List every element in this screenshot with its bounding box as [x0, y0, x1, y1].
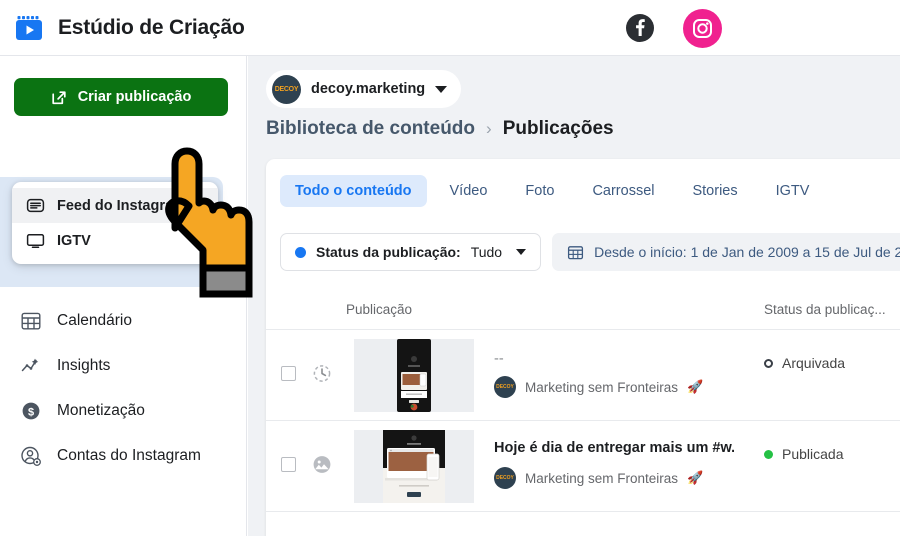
status-filter-label: Status da publicação: — [316, 244, 461, 260]
photo-icon — [311, 453, 333, 475]
post-account-name: Marketing sem Fronteiras — [525, 379, 679, 395]
sidebar-item-insights[interactable]: Insights — [0, 343, 247, 388]
post-account-name: Marketing sem Fronteiras — [525, 470, 679, 486]
sidebar-item-label: Monetização — [57, 401, 145, 419]
post-caption: Hoje é dia de entregar mais um #w... — [494, 440, 734, 456]
compose-icon — [51, 89, 68, 106]
tab-stories[interactable]: Stories — [677, 175, 752, 207]
avatar-label: DECOY — [496, 475, 514, 481]
tab-todo-o-conteudo[interactable]: Todo o conteúdo — [280, 175, 427, 207]
platform-switcher — [625, 0, 722, 56]
svg-text:$: $ — [28, 406, 34, 418]
facebook-icon[interactable] — [625, 13, 655, 43]
post-caption: -- — [494, 351, 504, 367]
date-range-filter[interactable]: Desde o início: 1 de Jan de 2009 a 15 de… — [552, 233, 900, 271]
insights-icon — [20, 355, 42, 377]
creator-studio-app: Estúdio de Criação Criar publicação Feed… — [0, 0, 900, 536]
tab-video[interactable]: Vídeo — [435, 175, 503, 207]
sidebar-nav: Calendário Insights $ Monetização Contas… — [0, 298, 247, 478]
create-post-dropdown: Feed do Instagram IGTV — [12, 182, 218, 264]
row-checkbox[interactable] — [281, 366, 296, 381]
status-label: Publicada — [782, 446, 844, 462]
main-content: DECOY decoy.marketing Biblioteca de cont… — [248, 56, 900, 536]
post-account: DECOY Marketing sem Fronteiras 🚀 — [494, 467, 703, 489]
account-name: decoy.marketing — [311, 81, 426, 97]
breadcrumb-current: Publicações — [502, 118, 614, 139]
dropdown-item-igtv[interactable]: IGTV — [12, 223, 218, 258]
creator-studio-icon — [14, 13, 44, 43]
app-title: Estúdio de Criação — [58, 15, 245, 39]
sidebar: Criar publicação Feed do Instagram IGTV … — [0, 56, 247, 536]
chevron-down-icon — [516, 249, 527, 255]
clock-history-icon — [311, 362, 333, 384]
content-card: Todo o conteúdo Vídeo Foto Carrossel Sto… — [266, 159, 900, 536]
calendar-icon — [567, 244, 584, 261]
status-badge: Publicada — [764, 446, 844, 462]
post-thumbnail — [354, 339, 474, 412]
avatar-label: DECOY — [496, 384, 514, 390]
sidebar-item-contas-do-instagram[interactable]: Contas do Instagram — [0, 433, 247, 478]
table-header: Publicação Status da publicaç... — [266, 292, 900, 330]
dropdown-item-instagram-feed[interactable]: Feed do Instagram — [12, 188, 218, 223]
dropdown-item-label: Feed do Instagram — [57, 197, 186, 214]
status-badge: Arquivada — [764, 355, 845, 371]
status-label: Arquivada — [782, 355, 846, 371]
instagram-icon[interactable] — [683, 8, 722, 48]
sidebar-item-label: Contas do Instagram — [57, 446, 201, 464]
row-checkbox[interactable] — [281, 457, 296, 472]
avatar: DECOY — [494, 467, 516, 489]
dropdown-item-label: IGTV — [57, 232, 91, 249]
post-thumbnail — [354, 430, 474, 503]
sidebar-item-label: Insights — [57, 356, 111, 374]
breadcrumb: Biblioteca de conteúdo › Publicações — [266, 118, 614, 140]
column-header-status: Status da publicaç... — [764, 302, 886, 317]
create-post-label: Criar publicação — [77, 89, 192, 105]
rocket-icon: 🚀 — [687, 379, 704, 394]
account-selector[interactable]: DECOY decoy.marketing — [266, 70, 462, 108]
chevron-down-icon — [435, 85, 448, 93]
calendar-icon — [20, 310, 42, 332]
status-dot-icon — [764, 358, 773, 368]
column-header-publicacao: Publicação — [346, 302, 413, 317]
date-range-text: Desde o início: 1 de Jan de 2009 a 15 de… — [594, 244, 900, 260]
tab-foto[interactable]: Foto — [510, 175, 569, 207]
filter-bar: Status da publicação: Tudo Desde o iníci… — [280, 233, 900, 271]
monetization-icon: $ — [20, 400, 42, 422]
post-account: DECOY Marketing sem Fronteiras 🚀 — [494, 376, 703, 398]
feed-icon — [26, 196, 45, 215]
accounts-icon — [20, 445, 42, 467]
status-filter[interactable]: Status da publicação: Tudo — [280, 233, 542, 271]
sidebar-item-monetizacao[interactable]: $ Monetização — [0, 388, 247, 433]
status-dot-icon — [764, 449, 773, 459]
tab-igtv[interactable]: IGTV — [761, 175, 825, 207]
content-type-tabs: Todo o conteúdo Vídeo Foto Carrossel Sto… — [280, 175, 824, 207]
top-bar: Estúdio de Criação — [0, 0, 900, 56]
tab-carrossel[interactable]: Carrossel — [577, 175, 669, 207]
avatar: DECOY — [494, 376, 516, 398]
rocket-icon: 🚀 — [687, 470, 704, 485]
sidebar-item-calendario[interactable]: Calendário — [0, 298, 247, 343]
brand: Estúdio de Criação — [0, 13, 245, 43]
status-dot-icon — [295, 246, 306, 258]
status-filter-value: Tudo — [470, 244, 503, 260]
table-row[interactable]: -- DECOY Marketing sem Fronteiras 🚀 Arqu… — [266, 330, 900, 421]
avatar: DECOY — [272, 74, 301, 104]
igtv-icon — [26, 231, 45, 250]
table-row[interactable]: Hoje é dia de entregar mais um #w... DEC… — [266, 421, 900, 512]
breadcrumb-parent[interactable]: Biblioteca de conteúdo — [266, 118, 475, 140]
create-post-button[interactable]: Criar publicação — [14, 78, 228, 116]
breadcrumb-separator: › — [486, 119, 492, 138]
avatar-label: DECOY — [274, 85, 299, 93]
sidebar-item-label: Calendário — [57, 311, 132, 329]
